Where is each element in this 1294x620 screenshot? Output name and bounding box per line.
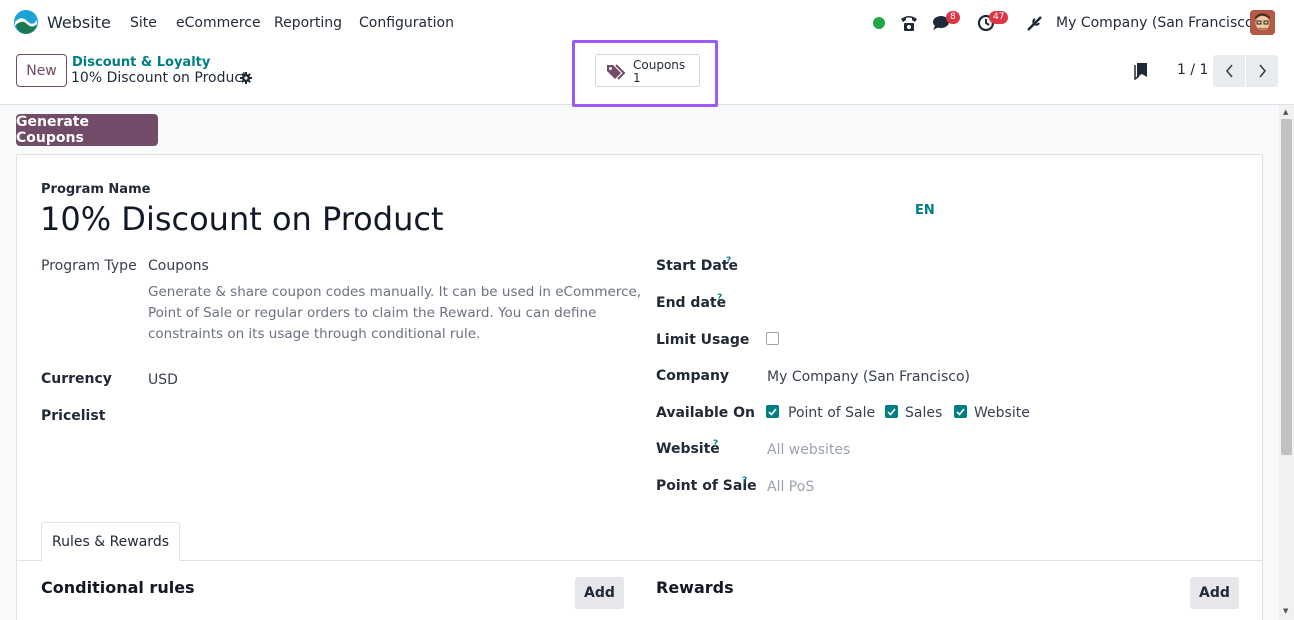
chevron-left-icon — [1225, 64, 1233, 78]
checkmark-icon — [956, 407, 965, 416]
currency-field[interactable]: USD — [148, 372, 178, 388]
scrollbar-thumb[interactable] — [1281, 119, 1292, 455]
app-name[interactable]: Website — [47, 13, 111, 32]
program-name-label: Program Name — [41, 182, 151, 197]
tags-icon — [607, 64, 626, 80]
generate-coupons-button[interactable]: Generate Coupons — [16, 114, 158, 146]
scroll-up-icon[interactable]: ▲ — [1283, 108, 1288, 116]
start-date-help-icon[interactable]: ? — [726, 256, 731, 266]
checkmark-icon — [887, 407, 896, 416]
vertical-scrollbar[interactable]: ▲ ▼ — [1279, 105, 1294, 620]
currency-label: Currency — [41, 371, 112, 387]
end-date-label: End date — [656, 295, 727, 311]
coupons-smart-button[interactable]: Coupons 1 — [595, 54, 700, 87]
limit-usage-checkbox[interactable] — [766, 332, 779, 345]
tab-rules-rewards[interactable]: Rules & Rewards — [41, 522, 180, 561]
menu-site[interactable]: Site — [130, 15, 157, 31]
chevron-right-icon — [1258, 64, 1266, 78]
activities-badge: 47 — [989, 11, 1009, 24]
debug-tools-icon[interactable] — [1026, 15, 1043, 32]
available-on-pos-checkbox[interactable] — [766, 405, 779, 418]
checkmark-icon — [768, 407, 777, 416]
menu-configuration[interactable]: Configuration — [359, 15, 454, 31]
new-button[interactable]: New — [16, 54, 67, 87]
end-date-field[interactable] — [766, 291, 1066, 313]
available-on-pos-label[interactable]: Point of Sale — [788, 405, 875, 421]
end-date-help-icon[interactable]: ? — [717, 293, 722, 303]
program-type-description-line-2: Point of Sale or regular orders to claim… — [148, 305, 597, 321]
website-label: Website — [656, 441, 720, 457]
available-on-label: Available On — [656, 405, 756, 421]
smart-button-value: 1 — [633, 71, 641, 85]
menu-reporting[interactable]: Reporting — [274, 15, 342, 31]
gear-icon[interactable] — [240, 72, 252, 84]
add-conditional-rule-button[interactable]: Add — [575, 577, 624, 609]
company-label: Company — [656, 368, 730, 384]
program-type-label: Program Type — [41, 258, 137, 274]
messages-badge: 8 — [946, 11, 960, 24]
add-reward-button[interactable]: Add — [1190, 577, 1239, 609]
pricelist-field[interactable] — [148, 404, 608, 426]
breadcrumb-parent[interactable]: Discount & Loyalty — [72, 55, 210, 70]
website-app-icon[interactable] — [13, 9, 39, 35]
company-switcher[interactable]: My Company (San Francisco) — [1056, 15, 1259, 31]
program-type-description-line-1: Generate & share coupon codes manually. … — [148, 284, 642, 300]
website-field[interactable]: All websites — [767, 442, 850, 458]
program-name-field[interactable]: 10% Discount on Product — [40, 200, 443, 238]
scroll-down-icon[interactable]: ▼ — [1283, 607, 1288, 615]
control-panel: New Discount & Loyalty 10% Discount on P… — [0, 40, 1294, 107]
phone-icon[interactable] — [899, 14, 919, 32]
conditional-rules-title: Conditional rules — [41, 578, 195, 597]
breadcrumb-current: 10% Discount on Product — [71, 70, 248, 86]
pricelist-label: Pricelist — [41, 408, 106, 424]
pager-value[interactable]: 1 / 1 — [1177, 62, 1208, 78]
available-on-sales-label[interactable]: Sales — [905, 405, 942, 421]
start-date-field[interactable] — [766, 254, 1066, 276]
tab-divider — [16, 560, 1263, 561]
pager-next-button[interactable] — [1246, 55, 1278, 87]
menu-ecommerce[interactable]: eCommerce — [176, 15, 261, 31]
presence-status-icon[interactable] — [873, 17, 885, 29]
bookmark-icon[interactable] — [1134, 62, 1148, 80]
language-button[interactable]: EN — [915, 203, 935, 218]
company-field[interactable]: My Company (San Francisco) — [767, 369, 970, 385]
available-on-website-checkbox[interactable] — [954, 405, 967, 418]
point-of-sale-field[interactable]: All PoS — [767, 479, 814, 495]
point-of-sale-help-icon[interactable]: ? — [742, 476, 747, 486]
rewards-title: Rewards — [656, 578, 734, 597]
limit-usage-label: Limit Usage — [656, 332, 750, 348]
available-on-website-label[interactable]: Website — [974, 405, 1030, 421]
program-type-description-line-3: constraints on its usage through conditi… — [148, 326, 481, 342]
program-type-field[interactable]: Coupons — [148, 258, 209, 274]
available-on-sales-checkbox[interactable] — [885, 405, 898, 418]
website-help-icon[interactable]: ? — [713, 439, 718, 449]
user-avatar[interactable] — [1250, 10, 1275, 35]
smart-button-label: Coupons — [633, 58, 686, 72]
pager-previous-button[interactable] — [1213, 55, 1245, 87]
